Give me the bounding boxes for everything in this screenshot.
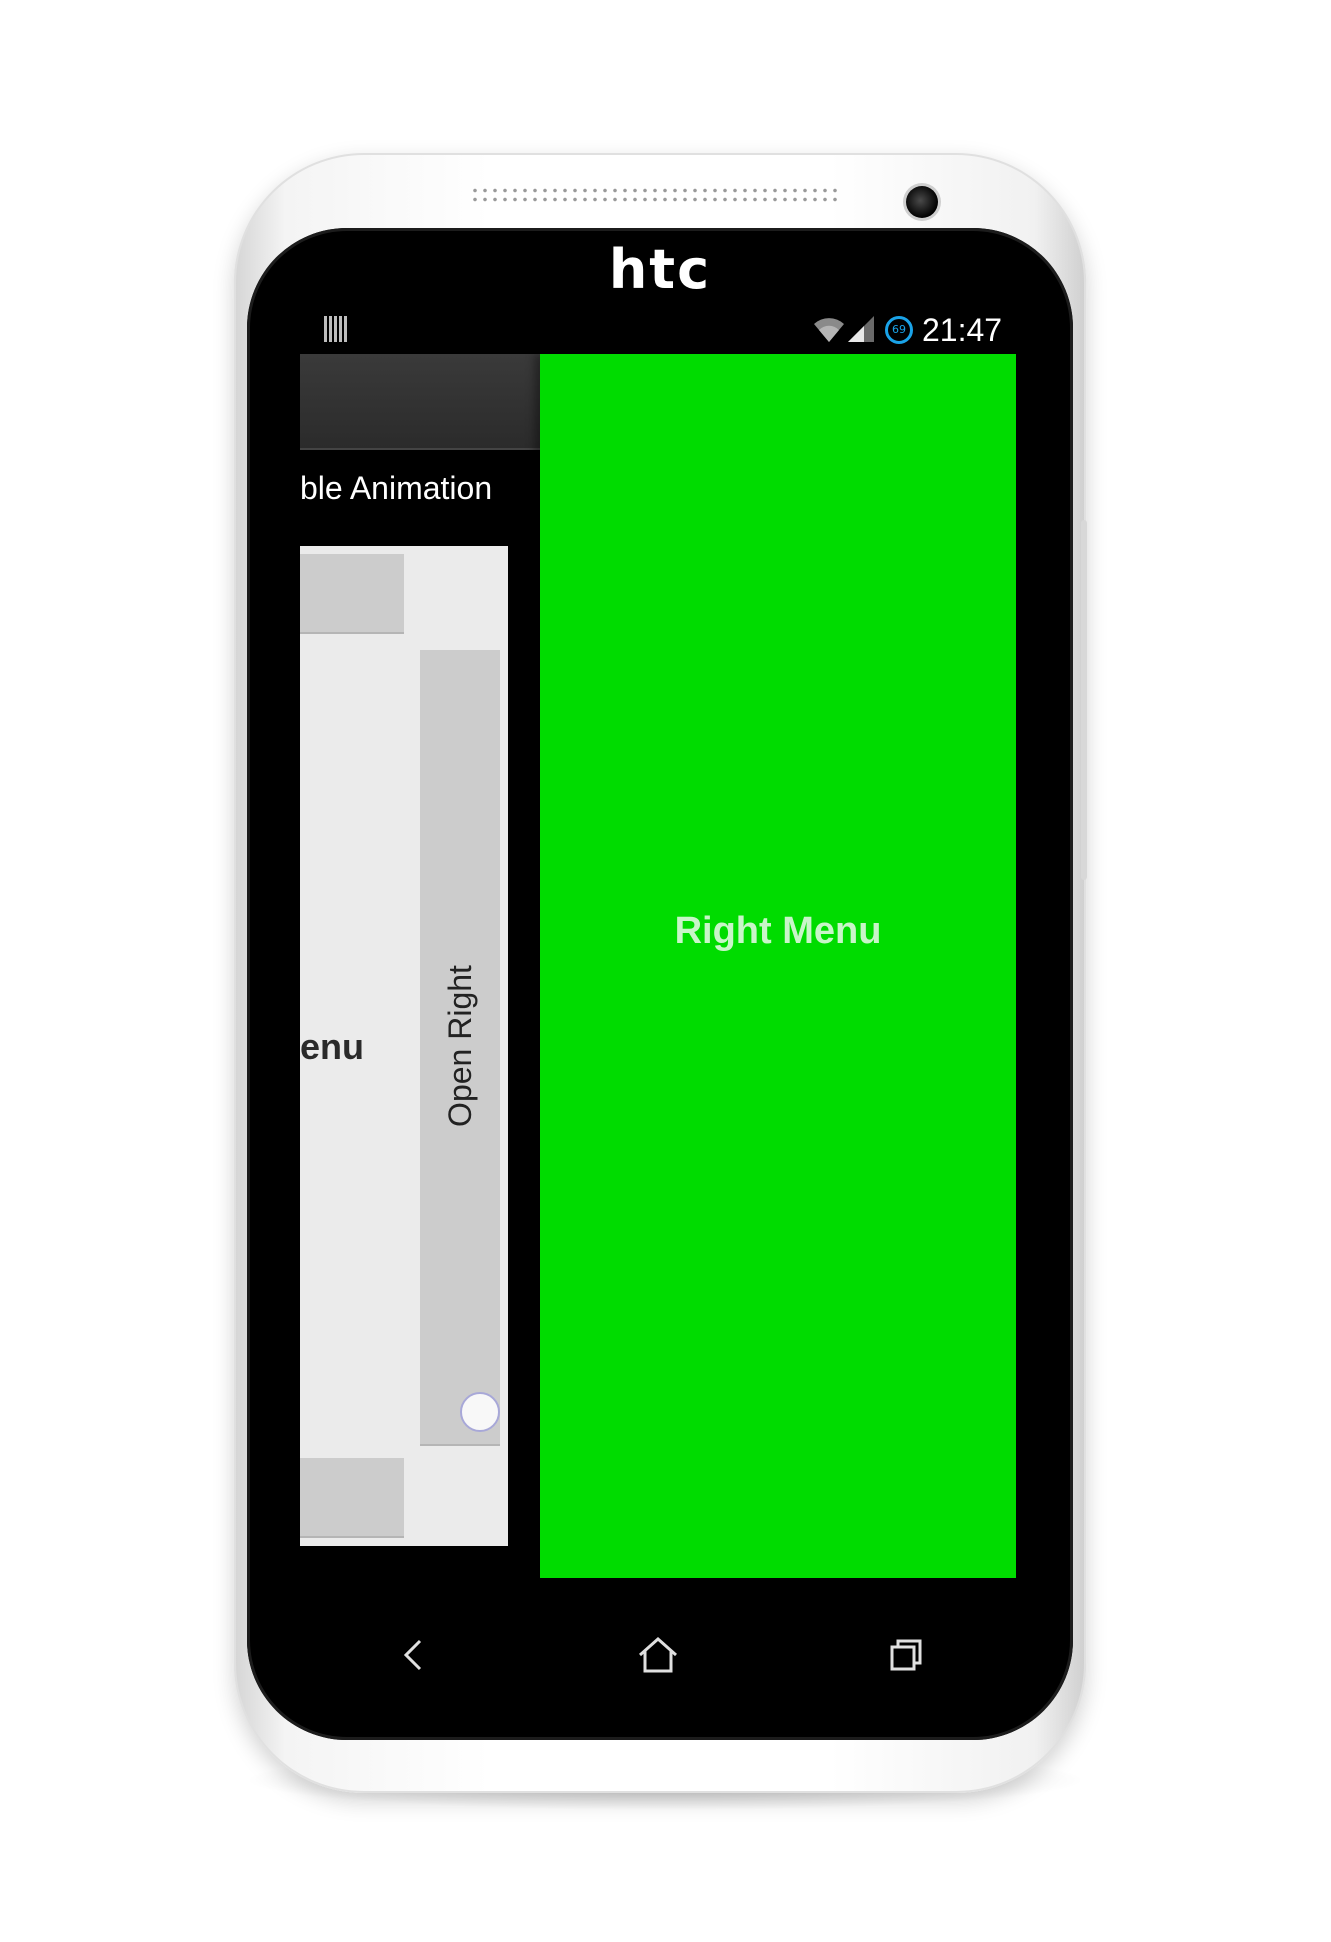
status-clock: 21:47 <box>922 312 1003 348</box>
main-content-panel: ble Animation enu Open Right <box>300 354 540 1578</box>
subtitle-bar: ble Animation <box>300 450 540 544</box>
action-bar <box>300 354 540 450</box>
recent-apps-icon[interactable] <box>876 1625 936 1685</box>
open-right-button[interactable]: Open Right <box>420 650 500 1446</box>
left-menu-label: enu <box>300 1026 365 1067</box>
wifi-icon <box>810 314 848 344</box>
side-volume-button <box>1081 520 1087 880</box>
notification-icon <box>324 316 348 342</box>
top-button[interactable] <box>300 554 404 634</box>
navigation-bar <box>300 1600 1016 1710</box>
touch-indicator <box>460 1392 500 1432</box>
subtitle-text: ble Animation <box>300 470 493 506</box>
right-menu-title: Right Menu <box>674 910 882 952</box>
status-bar: 69 21:47 <box>300 304 1016 354</box>
open-right-label: Open Right <box>442 965 478 1127</box>
battery-icon: 69 <box>885 316 913 344</box>
bottom-button[interactable] <box>300 1458 404 1538</box>
back-icon[interactable] <box>384 1625 444 1685</box>
home-icon[interactable] <box>628 1625 688 1685</box>
front-camera <box>906 186 938 218</box>
screenshot-stage: htc 69 21:47 ble Animation enu Open Righ… <box>0 0 1331 1942</box>
phone-screen: 69 21:47 ble Animation enu Open Right Ri… <box>300 304 1016 1578</box>
speaker-grill <box>470 186 840 204</box>
signal-icon <box>846 314 876 344</box>
content-area: enu Open Right <box>300 546 508 1546</box>
brand-logo: htc <box>608 238 712 301</box>
right-menu-drawer[interactable]: Right Menu <box>540 354 1016 1578</box>
